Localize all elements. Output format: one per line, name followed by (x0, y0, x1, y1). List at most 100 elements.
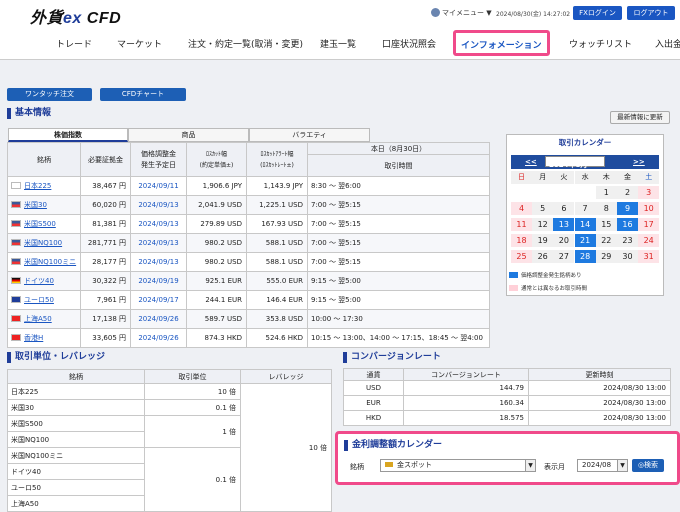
calendar-day[interactable]: 11 (511, 218, 532, 231)
calendar-day[interactable]: 23 (617, 234, 638, 247)
calendar-day[interactable]: 13 (553, 218, 575, 231)
conv-time: 2024/08/30 13:00 (528, 395, 671, 411)
weekday: 水 (574, 171, 596, 184)
nav-watchlist[interactable]: ウォッチリスト (569, 37, 632, 50)
calendar-day[interactable]: 4 (511, 202, 532, 215)
basic-name[interactable]: 米国30 (7, 195, 81, 215)
nav-deposit[interactable]: 入出金 (655, 37, 680, 50)
calendar-day[interactable]: 20 (553, 234, 575, 247)
basic-margin: 30,322 円 (80, 271, 131, 291)
col-adjust-date: 価格調整金 発生予定日 (130, 142, 187, 177)
basic-name[interactable]: 日本225 (7, 176, 81, 196)
basic-name[interactable]: 米国S500 (7, 214, 81, 234)
calendar-day[interactable]: 9 (617, 202, 638, 215)
col-today: 本日（8月30日） (307, 142, 490, 155)
legend-hours: 通常とは異なるお取引時間 (509, 284, 587, 292)
calendar-day[interactable]: 5 (532, 202, 554, 215)
calendar-day[interactable]: 3 (638, 186, 660, 199)
basic-row: 米国S500 81,381 円 2024/09/13 279.89 USD 16… (7, 214, 490, 234)
pink-square-icon (509, 285, 518, 291)
calendar-day[interactable]: 10 (638, 202, 660, 215)
nav-information[interactable]: インフォメーション (453, 30, 550, 56)
basic-name[interactable]: 米国NQ100 (7, 233, 81, 253)
calendar-day[interactable]: 25 (511, 250, 532, 263)
flag-icon (11, 182, 21, 189)
units-name: 米国30 (7, 399, 145, 416)
calendar-day[interactable]: 8 (595, 202, 617, 215)
calendar-day[interactable]: 16 (617, 218, 638, 231)
basic-hours: 7:00 ～ 翌5:15 (307, 252, 490, 272)
month-label: 表示月 (544, 463, 565, 471)
user-menu[interactable]: マイメニュー ▼ (431, 8, 492, 18)
product-select[interactable]: 金スポット ▼ (380, 459, 536, 472)
logo[interactable]: 外貨ex CFD (30, 4, 121, 28)
calendar-day[interactable]: 19 (532, 234, 554, 247)
basic-hours: 7:00 ～ 翌5:15 (307, 233, 490, 253)
calendar-day[interactable]: 28 (574, 250, 596, 263)
nav-positions[interactable]: 建玉一覧 (320, 37, 356, 50)
calendar-day[interactable]: 14 (574, 218, 596, 231)
conv-time: 2024/08/30 13:00 (528, 410, 671, 426)
conv-rate: 18.575 (403, 410, 529, 426)
calendar-day[interactable]: 27 (553, 250, 575, 263)
tab-index[interactable]: 株価指数 (8, 128, 128, 142)
calendar-day[interactable]: 29 (595, 250, 617, 263)
search-button[interactable]: ◎検索 (632, 459, 664, 472)
one-touch-order-button[interactable]: ワンタッチ注文 (7, 88, 92, 101)
basic-date: 2024/09/13 (130, 252, 187, 272)
basic-name[interactable]: 香港H (7, 328, 81, 348)
basic-row: ユーロ50 7,961 円 2024/09/17 244.1 EUR 146.4… (7, 290, 490, 310)
conv-col-rate: コンバージョンレート (403, 368, 529, 381)
conv-currency: HKD (343, 410, 404, 426)
basic-margin: 28,177 円 (80, 252, 131, 272)
calendar-day[interactable]: 17 (638, 218, 660, 231)
calendar-day[interactable]: 21 (574, 234, 596, 247)
col-name: 銘柄 (7, 142, 81, 177)
basic-losscut: 980.2 USD (186, 233, 247, 253)
units-value: 0.1 倍 (144, 399, 241, 416)
units-col-name: 銘柄 (7, 369, 145, 384)
fx-login-button[interactable]: FXログイン (573, 6, 622, 20)
units-name: 上海A50 (7, 495, 145, 512)
calendar-day[interactable]: 24 (638, 234, 660, 247)
month-select[interactable]: 2024年8月 ⌄ (545, 156, 605, 169)
calendar-day[interactable]: 1 (595, 186, 617, 199)
basic-date: 2024/09/13 (130, 214, 187, 234)
units-name: 米国NQ100 (7, 431, 145, 448)
calendar-day[interactable]: 12 (532, 218, 554, 231)
basic-hours: 7:00 ～ 翌5:15 (307, 195, 490, 215)
calendar-day[interactable]: 6 (553, 202, 575, 215)
calendar-day[interactable]: 7 (574, 202, 596, 215)
calendar-day[interactable]: 26 (532, 250, 554, 263)
basic-name[interactable]: 米国NQ100ミニ (7, 252, 81, 272)
logout-button[interactable]: ログアウト (627, 6, 675, 20)
calendar-day[interactable]: 30 (617, 250, 638, 263)
conversion-title: コンバージョンレート (343, 352, 441, 363)
calendar-day[interactable]: 31 (638, 250, 660, 263)
cfd-chart-button[interactable]: CFDチャート (100, 88, 186, 101)
calendar-day[interactable]: 18 (511, 234, 532, 247)
user-icon (431, 8, 440, 17)
calendar-day[interactable]: 2 (617, 186, 638, 199)
month-input[interactable]: 2024/08 ▼ (577, 459, 628, 472)
basic-date: 2024/09/19 (130, 271, 187, 291)
nav-orders[interactable]: 注文・約定一覧(取消・変更) (188, 37, 303, 50)
product-label: 銘柄 (350, 463, 364, 471)
basic-name[interactable]: ドイツ40 (7, 271, 81, 291)
tab-commodity[interactable]: 商品 (128, 128, 249, 142)
nav-account[interactable]: 口座状況照会 (382, 37, 436, 50)
basic-name[interactable]: 上海A50 (7, 309, 81, 329)
calendar-day[interactable]: 22 (595, 234, 617, 247)
flag-icon (11, 315, 21, 322)
nav-trade[interactable]: トレード (56, 37, 92, 50)
next-month-link[interactable]: >> (633, 158, 645, 166)
nav-market[interactable]: マーケット (117, 37, 162, 50)
flag-icon (11, 296, 21, 303)
weekday: 土 (638, 171, 660, 184)
tab-variety[interactable]: バラエティ (249, 128, 370, 142)
prev-month-link[interactable]: << (525, 158, 537, 166)
refresh-button[interactable]: 最新情報に更新 (610, 111, 670, 124)
main-nav: トレード マーケット 注文・約定一覧(取消・変更) 建玉一覧 口座状況照会 イン… (0, 26, 680, 60)
basic-name[interactable]: ユーロ50 (7, 290, 81, 310)
calendar-day[interactable]: 15 (595, 218, 617, 231)
